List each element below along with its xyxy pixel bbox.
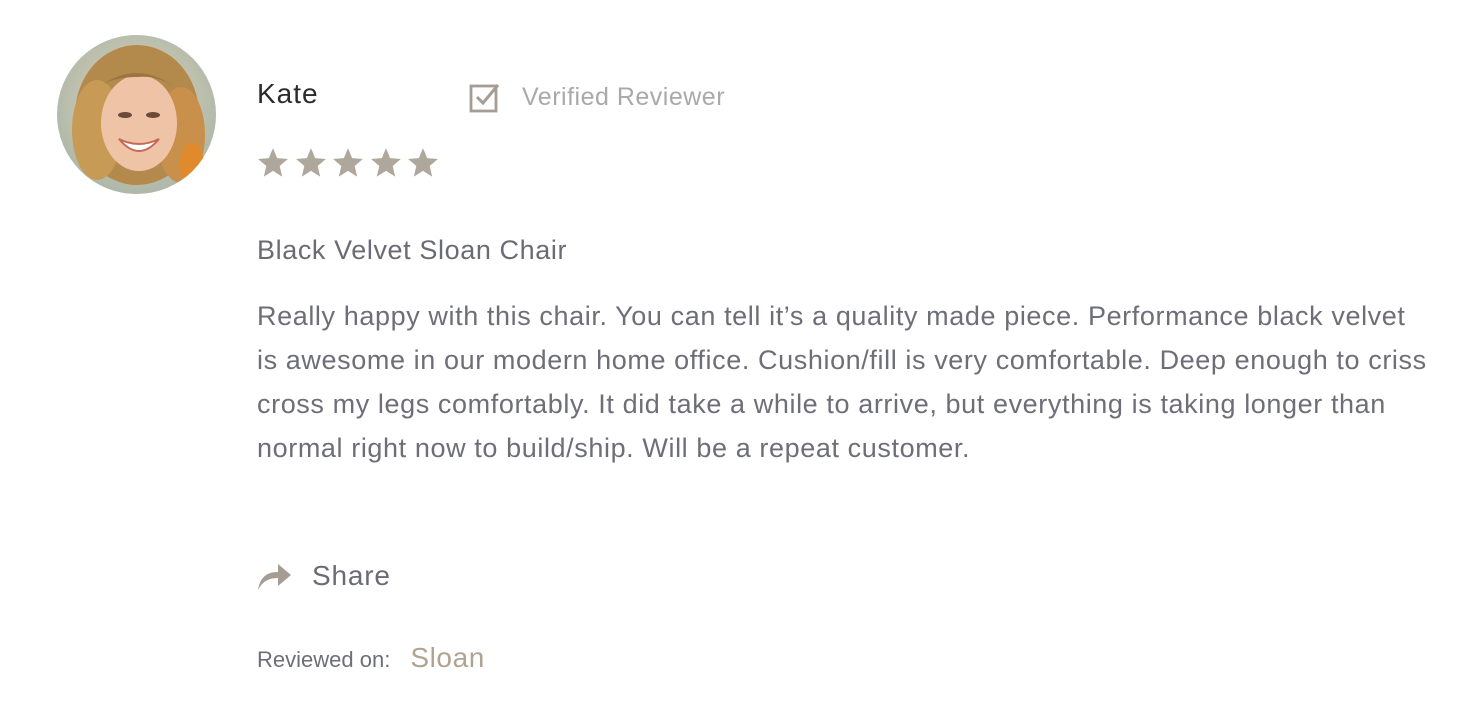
star-icon (295, 148, 326, 177)
verified-check-icon (469, 84, 500, 113)
product-link[interactable]: Sloan (410, 642, 485, 674)
review-title: Black Velvet Sloan Chair (257, 235, 568, 265)
share-arrow-icon (258, 564, 291, 590)
reviewed-on-label: Reviewed on: (257, 647, 391, 672)
avatar (57, 35, 216, 194)
verified-label: Verified Reviewer (522, 82, 726, 111)
share-button[interactable]: Share (256, 556, 391, 596)
star-icon (333, 148, 363, 177)
star-icon (370, 148, 401, 177)
star-icon (258, 148, 288, 177)
reviewed-on: Reviewed on: Sloan (257, 642, 485, 678)
share-label: Share (312, 560, 391, 591)
verified-badge: Verified Reviewer (469, 80, 725, 114)
reviewer-name: Kate (257, 78, 319, 109)
avatar-photo (57, 35, 216, 194)
star-rating (256, 145, 444, 181)
review-body: Really happy with this chair. You can te… (257, 301, 1427, 463)
star-icon (408, 148, 438, 177)
